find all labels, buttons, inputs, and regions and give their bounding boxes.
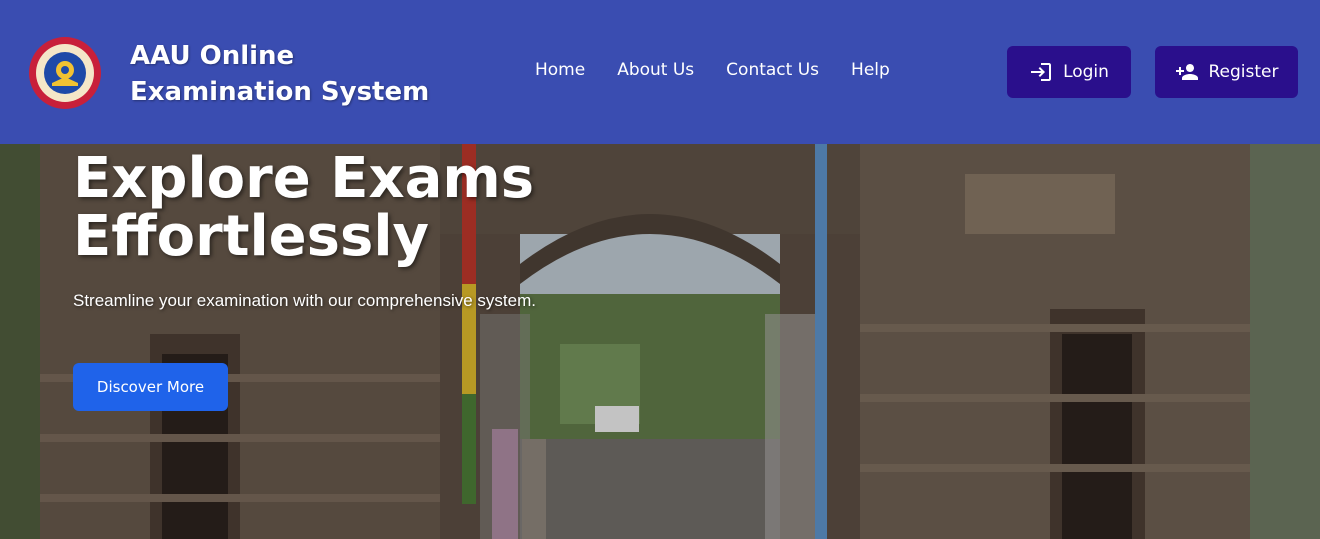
login-arrow-icon	[1031, 63, 1052, 81]
login-label: Login	[1063, 62, 1109, 82]
main-nav: Home About Us Contact Us Help	[535, 60, 890, 86]
navbar: AAU Online Examination System Home About…	[0, 0, 1320, 144]
hero-title-line-2: Effortlessly	[73, 204, 430, 269]
brand-title[interactable]: AAU Online Examination System	[130, 38, 429, 110]
register-button[interactable]: Register	[1155, 46, 1298, 98]
nav-link-about-us[interactable]: About Us	[617, 60, 694, 86]
nav-link-contact-us[interactable]: Contact Us	[726, 60, 819, 86]
person-add-icon	[1175, 64, 1198, 80]
register-label: Register	[1208, 62, 1279, 82]
nav-link-home[interactable]: Home	[535, 60, 585, 86]
nav-link-help[interactable]: Help	[851, 60, 890, 86]
hero-title-line-1: Explore Exams	[73, 146, 535, 211]
hero-subtitle: Streamline your examination with our com…	[73, 291, 536, 310]
discover-more-button[interactable]: Discover More	[73, 363, 228, 411]
hero-title: Explore Exams Effortlessly	[73, 150, 534, 266]
brand-line-2: Examination System	[130, 77, 430, 107]
aau-seal-logo[interactable]	[26, 36, 104, 110]
login-button[interactable]: Login	[1007, 46, 1131, 98]
brand-line-1: AAU Online	[130, 41, 295, 71]
